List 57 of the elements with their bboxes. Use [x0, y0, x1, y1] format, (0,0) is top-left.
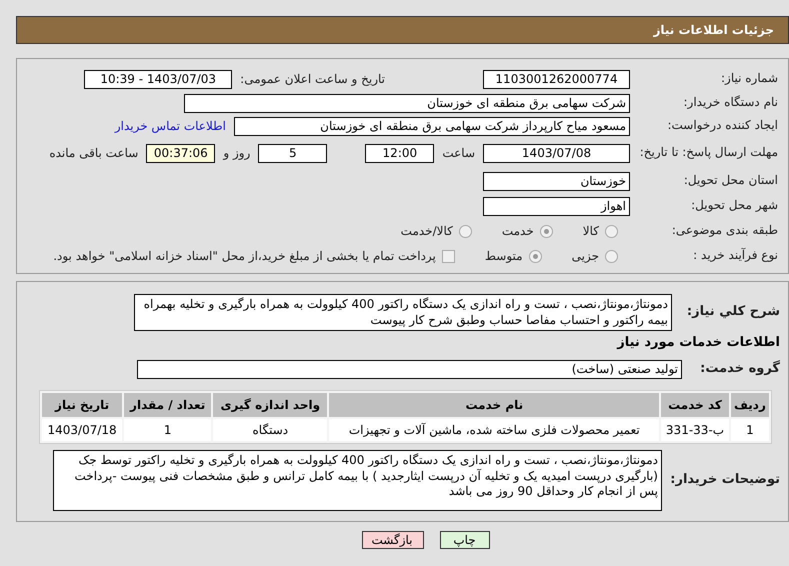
table-cell: ب-33-331: [661, 419, 729, 442]
table-cell: 1: [124, 419, 212, 442]
column-header: کد خدمت: [661, 393, 729, 418]
field-label: نام دستگاه خریدار:: [682, 96, 779, 110]
field-label: شرح کلي نياز:: [686, 305, 781, 320]
city-field: اهواز: [483, 196, 630, 216]
option-label: جزیی: [572, 249, 599, 263]
deadline-date-field: 1403/07/08: [483, 144, 630, 162]
option-label: متوسط: [484, 249, 523, 263]
column-header: نام خدمت: [329, 393, 660, 418]
service-group-field: تولید صنعتی (ساخت): [137, 360, 682, 379]
print-button[interactable]: چاپ: [440, 531, 490, 550]
announce-date-field: 1403/07/03 - 10:39: [84, 70, 232, 88]
column-header: واحد اندازه گیری: [213, 393, 328, 418]
field-label: شماره نیاز:: [720, 72, 779, 86]
radio-button[interactable]: [605, 224, 618, 238]
column-header: تعداد / مقدار: [124, 393, 212, 418]
field-label: ساعت باقی مانده: [49, 146, 138, 160]
radio-button[interactable]: [605, 250, 618, 262]
table-cell: 1: [730, 419, 769, 442]
field-label: شهر محل تحویل:: [690, 199, 779, 213]
radio-button[interactable]: [458, 224, 472, 238]
field-label: توضیحات خریدار:: [669, 473, 781, 488]
field-label: نوع فرآیند خرید :: [692, 249, 779, 263]
buyer-field: شرکت سهامی برق منطقه ای خوزستان: [184, 94, 630, 112]
contact-link[interactable]: اطلاعات تماس خریدار: [114, 119, 226, 133]
checkbox[interactable]: [442, 250, 455, 262]
buyer-notes-text: دمونتاژ،مونتاژ،نصب ، تست و راه اندازی یک دستگاه راکتور 400 کیلوولت به همراه بارگیری و تخلیه راکتور توسط جک (بارگیری درپست امیدیه یک و تخلیه آن درپست ایثارجدید ) با بیمه کامل ترانس و طبق مشخصات فنی پیوست -پرداخت پس از انجام کار وحداقل 90 روز می باشد: [53, 450, 662, 512]
field-label: ساعت: [442, 146, 475, 160]
radio-button[interactable]: [528, 250, 542, 262]
field-label: گروه خدمت:: [699, 362, 781, 377]
field-label: تاریخ و ساعت اعلان عمومی:: [240, 72, 385, 86]
field-label: روز و: [223, 146, 250, 160]
need-number-field: 1103001262000774: [483, 70, 630, 88]
field-label: استان محل تحویل:: [682, 174, 779, 188]
option-label: کالا: [582, 224, 599, 238]
deadline-time-field: 12:00: [365, 144, 434, 162]
days-field: 5: [258, 144, 328, 162]
table-cell: 1403/07/18: [42, 419, 122, 442]
summary-text: دمونتاژ،مونتاژ،نصب ، تست و راه اندازی یک دستگاه راکتور 400 کیلوولت به همراه بارگیری و تخلیه بهمراه بیمه راکتور و احتساب مفاصا حساب وطبق شرح کار پیوست: [134, 294, 672, 332]
creator-field: مسعود میاح کارپرداز شرکت سهامی برق منطقه ای خوزستان: [234, 116, 630, 136]
page-title: جزئیات اطلاعات نیاز: [16, 16, 789, 44]
column-header: ردیف: [730, 393, 769, 418]
table-cell: دستگاه: [213, 419, 328, 442]
field-label: طبقه بندی موضوعی:: [670, 224, 779, 238]
option-label: کالا/خدمت: [400, 224, 453, 238]
column-header: تاریخ نیاز: [42, 393, 122, 418]
payment-note: پرداخت تمام یا بخشی از مبلغ خرید،از محل "اسناد خزانه اسلامی" خواهد بود.: [53, 249, 436, 263]
table-cell: تعمیر محصولات فلزی ساخته شده، ماشین آلات و تجهیزات: [329, 419, 660, 442]
field-label: ایجاد کننده درخواست:: [666, 119, 779, 133]
field-label: مهلت ارسال پاسخ: تا تاریخ:: [638, 146, 779, 160]
back-button[interactable]: بازگشت: [362, 531, 424, 550]
province-field: خوزستان: [483, 172, 630, 190]
option-label: خدمت: [502, 224, 534, 238]
section-title: اطلاعات خدمات مورد نياز: [616, 335, 781, 350]
remaining-time-field: 00:37:06: [146, 144, 216, 162]
radio-button[interactable]: [540, 224, 553, 238]
